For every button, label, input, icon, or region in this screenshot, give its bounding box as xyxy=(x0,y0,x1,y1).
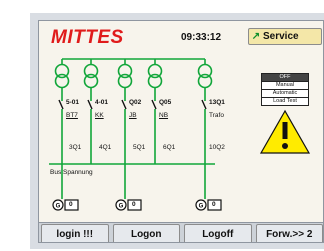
breaker-icon xyxy=(87,99,93,110)
breaker-icon xyxy=(201,99,207,110)
mode-item[interactable]: Manual xyxy=(262,81,308,89)
feeder-tag: BT7 xyxy=(66,112,78,119)
breaker-label: Q02 xyxy=(129,99,142,106)
breaker-label: 4-01 xyxy=(95,99,109,106)
feeder-tag: JB xyxy=(129,112,137,119)
svg-text:G: G xyxy=(56,204,61,210)
breaker-icon xyxy=(121,99,127,110)
login-button[interactable]: login !!! xyxy=(41,224,109,242)
generator-value: 0 xyxy=(69,201,73,208)
breaker-label: Q05 xyxy=(159,99,172,106)
section-label: 5Q1 xyxy=(133,144,146,151)
mode-item[interactable]: Load Test xyxy=(262,97,308,105)
feeder-tag: KK xyxy=(95,112,104,119)
generator-value: 0 xyxy=(132,201,136,208)
generator-value: 0 xyxy=(212,201,216,208)
forward-button[interactable]: Forw.>> 2 xyxy=(255,224,323,242)
warning-icon xyxy=(259,109,311,154)
single-line-diagram: G G G xyxy=(49,58,311,211)
logoff-button[interactable]: Logoff xyxy=(184,224,252,242)
logon-button[interactable]: Logon xyxy=(112,224,180,242)
breaker-label: 5-01 xyxy=(66,99,80,106)
bus-label: Bus Spannung xyxy=(50,169,93,176)
transformer-icon xyxy=(54,63,70,89)
generator-icon: G xyxy=(52,199,64,211)
generator-icon: G xyxy=(195,199,207,211)
feeder-tag: Trafo xyxy=(209,112,224,119)
breaker-icon xyxy=(58,99,64,110)
mode-item[interactable]: OFF xyxy=(262,74,308,81)
svg-text:G: G xyxy=(119,204,124,210)
mode-panel: OFF Manual Automatic Load Test xyxy=(261,73,309,106)
generator-icon: G xyxy=(115,199,127,211)
transformer-icon xyxy=(197,63,213,89)
hmi-screen: MITTES 09:33:12 ↗ Service G G G 5-01 4-0… xyxy=(38,20,324,243)
bottom-toolbar: login !!! Logon Logoff Forw.>> 2 xyxy=(39,222,323,242)
transformer-icon xyxy=(83,63,99,89)
section-label: 6Q1 xyxy=(163,144,176,151)
section-label: 3Q1 xyxy=(69,144,82,151)
svg-text:G: G xyxy=(199,204,204,210)
breaker-label: 13Q1 xyxy=(209,99,225,106)
breaker-icon xyxy=(151,99,157,110)
transformer-icon xyxy=(147,63,163,89)
section-label: 10Q2 xyxy=(209,144,225,151)
mode-item[interactable]: Automatic xyxy=(262,89,308,97)
section-label: 4Q1 xyxy=(99,144,112,151)
transformer-icon xyxy=(117,63,133,89)
feeder-tag: NB xyxy=(159,112,169,119)
